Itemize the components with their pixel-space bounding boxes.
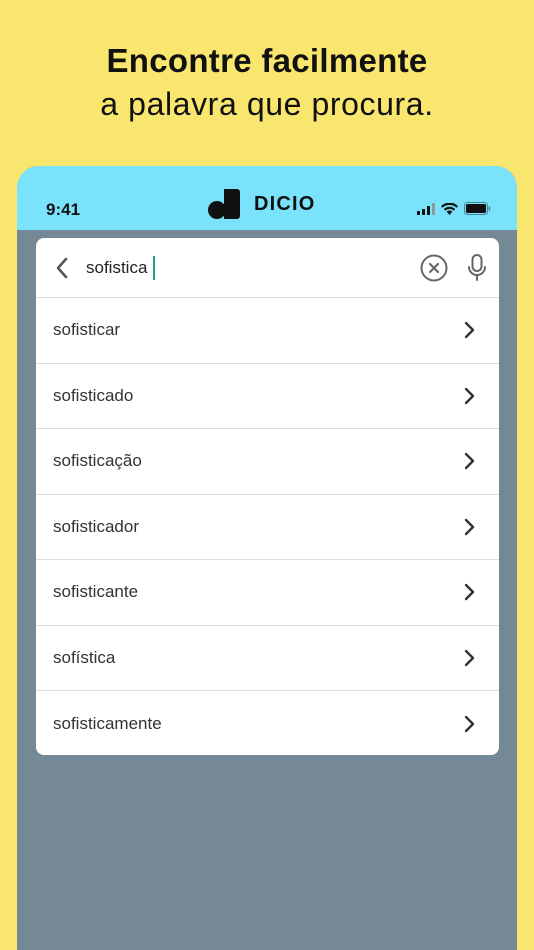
suggestion-label: sofisticar [53, 320, 121, 340]
suggestion-label: sofisticador [53, 516, 139, 536]
app-logo: DICIO [208, 189, 316, 219]
suggestion-list: sofisticar sofisticado sofisticação sofi… [36, 298, 499, 755]
suggestion-label: sofística [53, 647, 116, 667]
status-time: 9:41 [46, 200, 81, 219]
search-card: sofisticar sofisticado sofisticação sofi… [36, 238, 499, 755]
suggestion-item[interactable]: sofisticante [36, 560, 499, 626]
suggestion-item[interactable]: sofisticado [36, 364, 499, 429]
app-header: 9:41 DICIO [17, 166, 517, 230]
suggestion-item[interactable]: sofisticador [36, 495, 499, 560]
promo-line-2: a palavra que procura. [100, 86, 434, 122]
chevron-right-icon [464, 387, 475, 404]
chevron-right-icon [464, 453, 475, 470]
suggestion-item[interactable]: sofisticar [36, 298, 499, 364]
suggestion-item[interactable]: sofística [36, 626, 499, 691]
promo-line-1: Encontre facilmente [106, 42, 428, 79]
voice-search-button[interactable] [466, 253, 488, 283]
chevron-right-icon [464, 715, 475, 732]
suggestion-label: sofisticamente [53, 713, 162, 733]
back-arrow-icon [56, 257, 68, 279]
phone-frame: 9:41 DICIO sofistica sofisticar sofistic… [17, 166, 517, 950]
suggestion-label: sofisticação [53, 451, 142, 471]
search-bar [36, 238, 499, 298]
chevron-right-icon [464, 322, 475, 339]
logo-icon [208, 189, 242, 219]
status-icons [417, 202, 491, 215]
microphone-icon [468, 254, 486, 281]
battery-icon [464, 202, 491, 215]
chevron-right-icon [464, 584, 475, 601]
clear-search-button[interactable] [420, 254, 448, 282]
back-button[interactable] [52, 256, 72, 280]
clear-circle-icon [420, 254, 448, 282]
signal-icon [417, 202, 435, 215]
chevron-right-icon [464, 518, 475, 535]
chevron-right-icon [464, 649, 475, 666]
app-name: DICIO [254, 192, 316, 215]
suggestion-item[interactable]: sofisticação [36, 429, 499, 495]
search-input[interactable] [86, 254, 406, 282]
wifi-icon [441, 202, 458, 215]
suggestion-item[interactable]: sofisticamente [36, 691, 499, 755]
suggestion-label: sofisticado [53, 385, 134, 405]
text-caret [153, 256, 155, 280]
promo-headline: Encontre facilmente a palavra que procur… [0, 40, 534, 126]
suggestion-label: sofisticante [53, 582, 139, 602]
